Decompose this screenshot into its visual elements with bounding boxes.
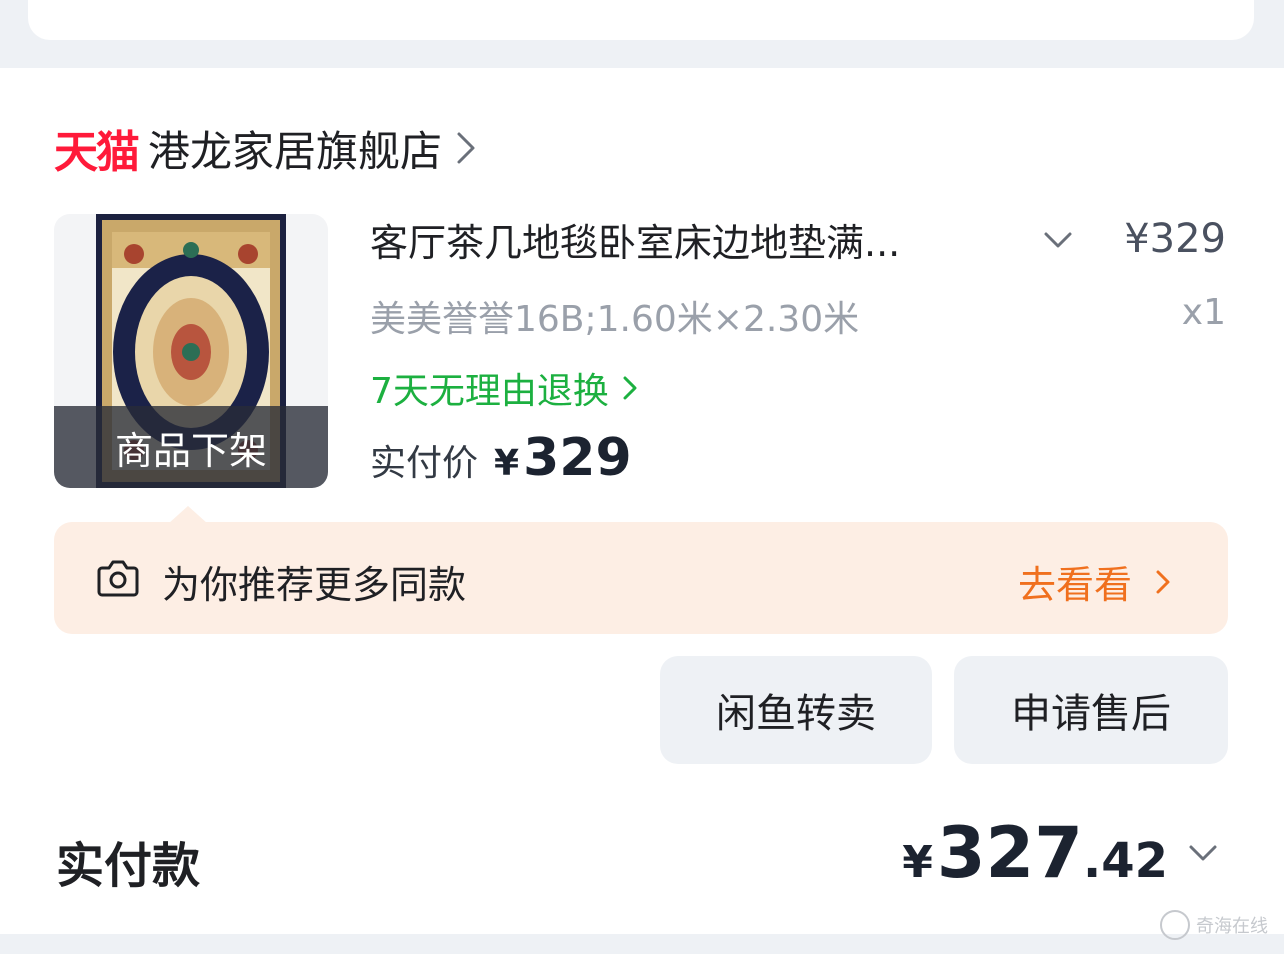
order-card [0,68,1284,934]
camera-icon [97,560,139,597]
tmall-logo: 天猫 [54,127,140,178]
chevron-right-icon [623,376,637,400]
resell-button[interactable]: 闲鱼转卖 [660,656,932,764]
chevron-right-icon [1156,570,1170,593]
recommend-text: 为你推荐更多同款 [162,563,467,607]
recommend-action-label: 去看看 [1017,563,1132,607]
after-sale-button[interactable]: 申请售后 [954,656,1228,764]
watermark-logo-icon [1160,910,1190,940]
total-decimal: .42 [1082,833,1168,889]
store-name[interactable]: 港龙家居旗舰店 [148,118,442,179]
total-label: 实付款 [56,838,201,894]
store-header[interactable]: 天猫 港龙家居旗舰店 [54,118,478,179]
total-integer: 327 [936,812,1083,894]
paid-price-value: 329 [523,428,632,488]
paid-price-label: 实付价 [370,443,479,484]
paid-price: 实付价 ¥ 329 [370,428,632,488]
previous-card [28,0,1254,40]
chevron-right-icon [457,132,475,164]
return-policy-label: 7天无理由退换 [370,371,609,412]
watermark-text: 奇海在线 [1196,916,1268,937]
delisted-badge: 商品下架 [54,406,328,488]
chevron-down-icon[interactable] [1040,226,1076,254]
recommend-action[interactable]: 去看看 [1018,554,1172,609]
quantity: x1 [1181,292,1226,333]
product-title[interactable]: 客厅茶几地毯卧室床边地垫满... [370,212,900,267]
total-amount[interactable]: ¥ 327 .42 [902,812,1220,894]
chevron-down-icon[interactable] [1186,839,1220,867]
watermark: 奇海在线 [1160,910,1268,940]
unit-price: ¥329 [1124,216,1226,262]
product-thumbnail[interactable]: 商品下架 [54,214,328,488]
recommend-bar[interactable]: 为你推荐更多同款 去看看 [54,522,1228,634]
paid-price-currency: ¥ [494,443,520,484]
product-sku: 美美誉誉16B;1.60米×2.30米 [370,299,860,340]
total-currency: ¥ [902,837,933,888]
return-policy-link[interactable]: 7天无理由退换 [370,362,639,414]
